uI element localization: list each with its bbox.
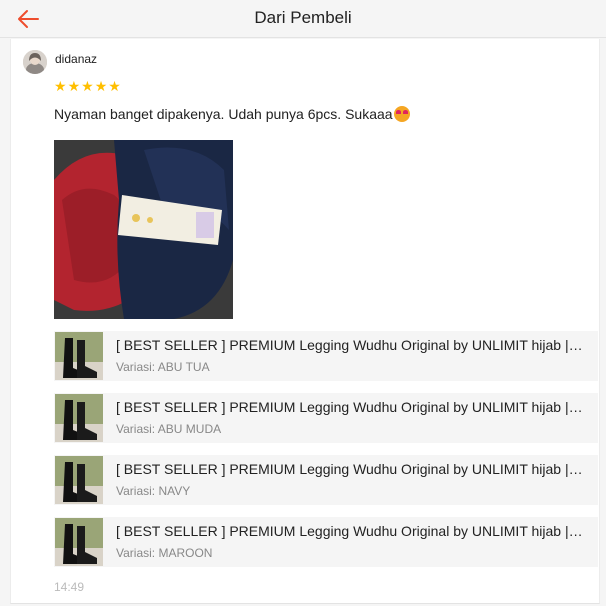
review-timestamp: 14:49 [54, 580, 85, 594]
product-name: [ BEST SELLER ] PREMIUM Legging Wudhu Or… [116, 399, 586, 415]
page-title: Dari Pembeli [254, 8, 352, 27]
product-item-abu-tua[interactable]: [ BEST SELLER ] PREMIUM Legging Wudhu Or… [54, 331, 598, 381]
review-detail-screen: Dari Pembeli didanaz ★ ★ ★ ★ ★ Nyaman ba… [0, 0, 606, 606]
avatar-image [23, 50, 47, 74]
reviewer-username[interactable]: didanaz [55, 52, 97, 66]
product-item-abu-muda[interactable]: [ BEST SELLER ] PREMIUM Legging Wudhu Or… [54, 393, 598, 443]
product-item-maroon[interactable]: [ BEST SELLER ] PREMIUM Legging Wudhu Or… [54, 517, 598, 567]
star-icon: ★ [81, 78, 94, 94]
product-name: [ BEST SELLER ] PREMIUM Legging Wudhu Or… [116, 523, 586, 539]
review-photo[interactable] [54, 140, 233, 319]
product-thumbnail [55, 518, 103, 566]
product-variant: Variasi: ABU MUDA [116, 422, 222, 436]
review-text-content: Nyaman banget dipakenya. Udah punya 6pcs… [54, 106, 393, 122]
review-text: Nyaman banget dipakenya. Udah punya 6pcs… [54, 106, 410, 122]
product-name: [ BEST SELLER ] PREMIUM Legging Wudhu Or… [116, 337, 586, 353]
star-rating: ★ ★ ★ ★ ★ [54, 79, 121, 93]
product-thumbnail [55, 332, 103, 380]
star-icon: ★ [108, 78, 121, 94]
review-photo-image [54, 140, 233, 319]
product-item-navy[interactable]: [ BEST SELLER ] PREMIUM Legging Wudhu Or… [54, 455, 598, 505]
product-variant: Variasi: ABU TUA [116, 360, 210, 374]
top-bar: Dari Pembeli [0, 0, 606, 38]
product-variant: Variasi: NAVY [116, 484, 191, 498]
product-thumbnail [55, 456, 103, 504]
star-struck-emoji-icon [393, 106, 410, 122]
product-thumbnail [55, 394, 103, 442]
star-icon: ★ [54, 78, 67, 94]
product-name: [ BEST SELLER ] PREMIUM Legging Wudhu Or… [116, 461, 586, 477]
star-icon: ★ [67, 78, 81, 94]
avatar[interactable] [23, 50, 47, 74]
review-card: didanaz ★ ★ ★ ★ ★ Nyaman banget dipakeny… [10, 39, 600, 604]
star-icon: ★ [94, 78, 108, 94]
product-variant: Variasi: MAROON [116, 546, 213, 560]
